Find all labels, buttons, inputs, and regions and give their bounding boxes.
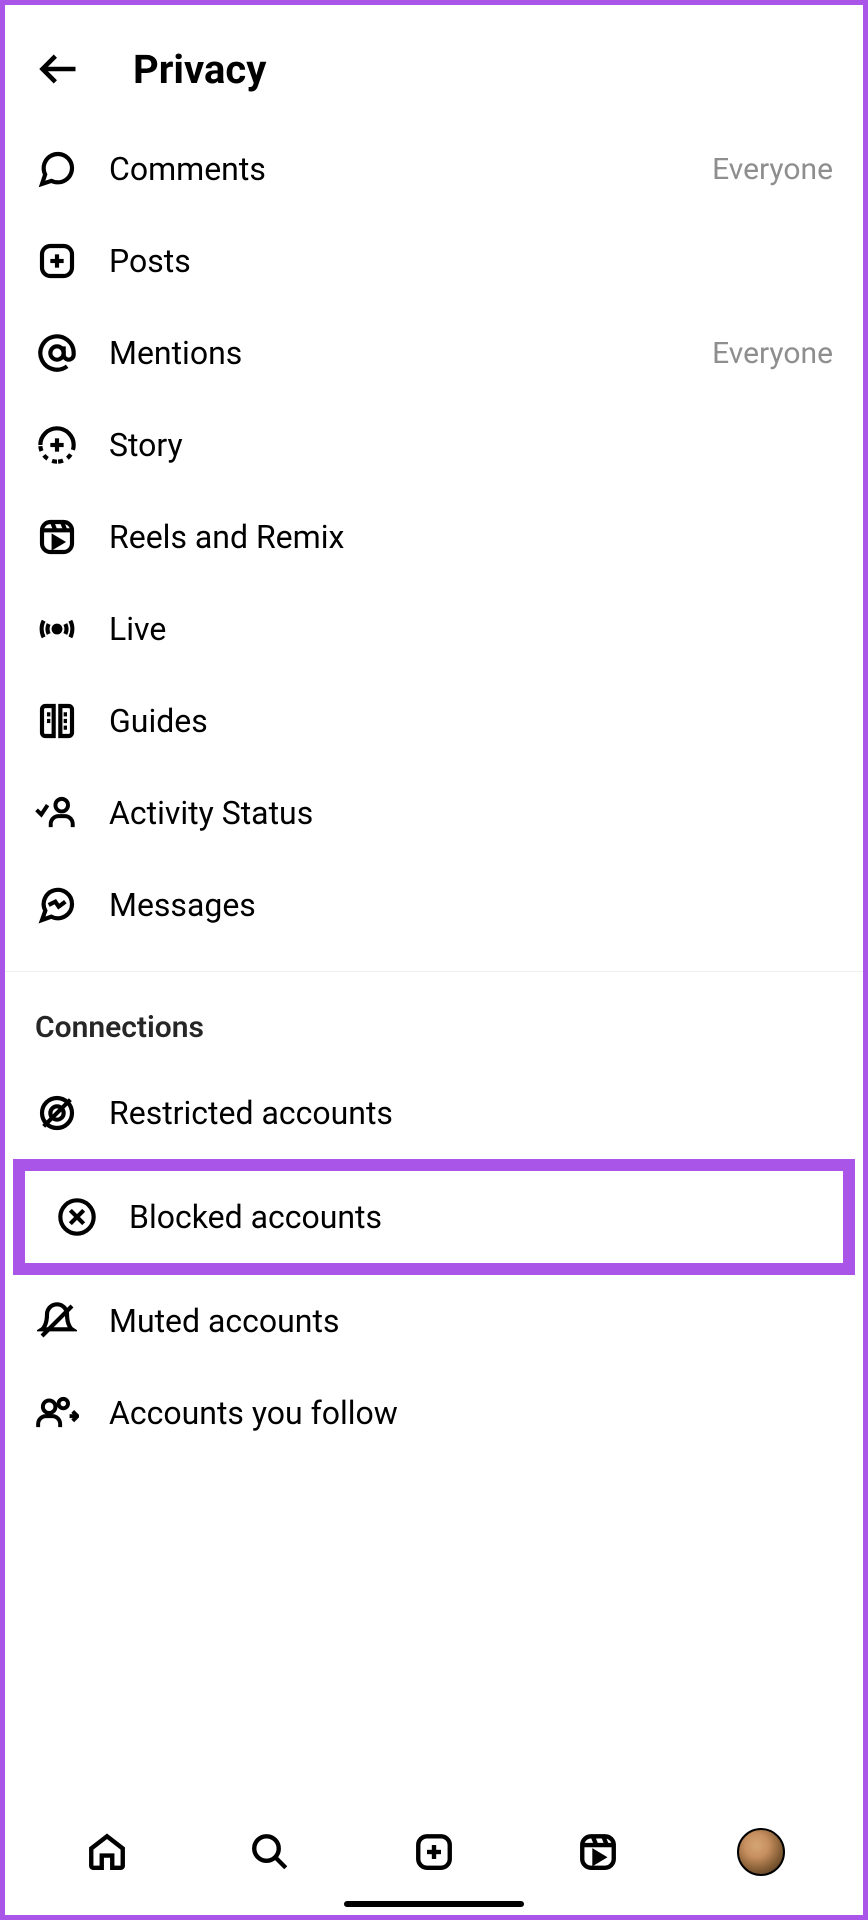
story-icon xyxy=(35,423,79,467)
arrow-left-icon xyxy=(37,47,81,91)
settings-item-live[interactable]: Live xyxy=(5,583,863,675)
nav-reels[interactable] xyxy=(574,1828,622,1876)
item-label: Restricted accounts xyxy=(109,1094,833,1132)
messages-icon xyxy=(35,883,79,927)
item-label: Muted accounts xyxy=(109,1302,833,1340)
item-label: Story xyxy=(109,426,833,464)
item-label: Live xyxy=(109,610,833,648)
settings-item-restricted[interactable]: Restricted accounts xyxy=(5,1067,863,1159)
accounts-follow-icon xyxy=(35,1391,79,1435)
settings-item-blocked[interactable]: Blocked accounts xyxy=(13,1159,855,1275)
section-header-connections: Connections xyxy=(5,992,863,1067)
item-value: Everyone xyxy=(712,336,833,371)
settings-item-muted[interactable]: Muted accounts xyxy=(5,1275,863,1367)
settings-item-activity-status[interactable]: Activity Status xyxy=(5,767,863,859)
back-button[interactable] xyxy=(35,45,83,93)
item-label: Comments xyxy=(109,150,682,188)
item-label: Guides xyxy=(109,702,833,740)
guides-icon xyxy=(35,699,79,743)
reels-nav-icon xyxy=(577,1831,619,1873)
settings-item-guides[interactable]: Guides xyxy=(5,675,863,767)
content-scroll[interactable]: Comments Everyone Posts Mentions Ev xyxy=(5,123,863,1804)
page-title: Privacy xyxy=(133,46,266,93)
settings-item-reels[interactable]: Reels and Remix xyxy=(5,491,863,583)
mentions-icon xyxy=(35,331,79,375)
comments-icon xyxy=(35,147,79,191)
settings-item-posts[interactable]: Posts xyxy=(5,215,863,307)
search-icon xyxy=(249,1831,291,1873)
settings-item-accounts-follow[interactable]: Accounts you follow xyxy=(5,1367,863,1459)
restricted-icon xyxy=(35,1091,79,1135)
divider xyxy=(5,971,863,972)
item-value: Everyone xyxy=(712,152,833,187)
profile-avatar-icon xyxy=(737,1828,785,1876)
home-icon xyxy=(86,1831,128,1873)
bottom-nav xyxy=(5,1804,863,1886)
settings-item-story[interactable]: Story xyxy=(5,399,863,491)
blocked-icon xyxy=(55,1195,99,1239)
item-label: Posts xyxy=(109,242,833,280)
header: Privacy xyxy=(5,5,863,123)
item-label: Activity Status xyxy=(109,794,833,832)
nav-search[interactable] xyxy=(246,1828,294,1876)
plus-square-icon xyxy=(413,1831,455,1873)
live-icon xyxy=(35,607,79,651)
item-label: Mentions xyxy=(109,334,682,372)
item-label: Reels and Remix xyxy=(109,518,833,556)
home-indicator xyxy=(344,1901,524,1907)
item-label: Accounts you follow xyxy=(109,1394,833,1432)
settings-item-mentions[interactable]: Mentions Everyone xyxy=(5,307,863,399)
item-label: Messages xyxy=(109,886,833,924)
settings-item-messages[interactable]: Messages xyxy=(5,859,863,951)
nav-home[interactable] xyxy=(83,1828,131,1876)
settings-item-comments[interactable]: Comments Everyone xyxy=(5,123,863,215)
reels-icon xyxy=(35,515,79,559)
nav-create[interactable] xyxy=(410,1828,458,1876)
nav-profile[interactable] xyxy=(737,1828,785,1876)
posts-icon xyxy=(35,239,79,283)
muted-icon xyxy=(35,1299,79,1343)
activity-status-icon xyxy=(35,791,79,835)
item-label: Blocked accounts xyxy=(129,1198,813,1236)
